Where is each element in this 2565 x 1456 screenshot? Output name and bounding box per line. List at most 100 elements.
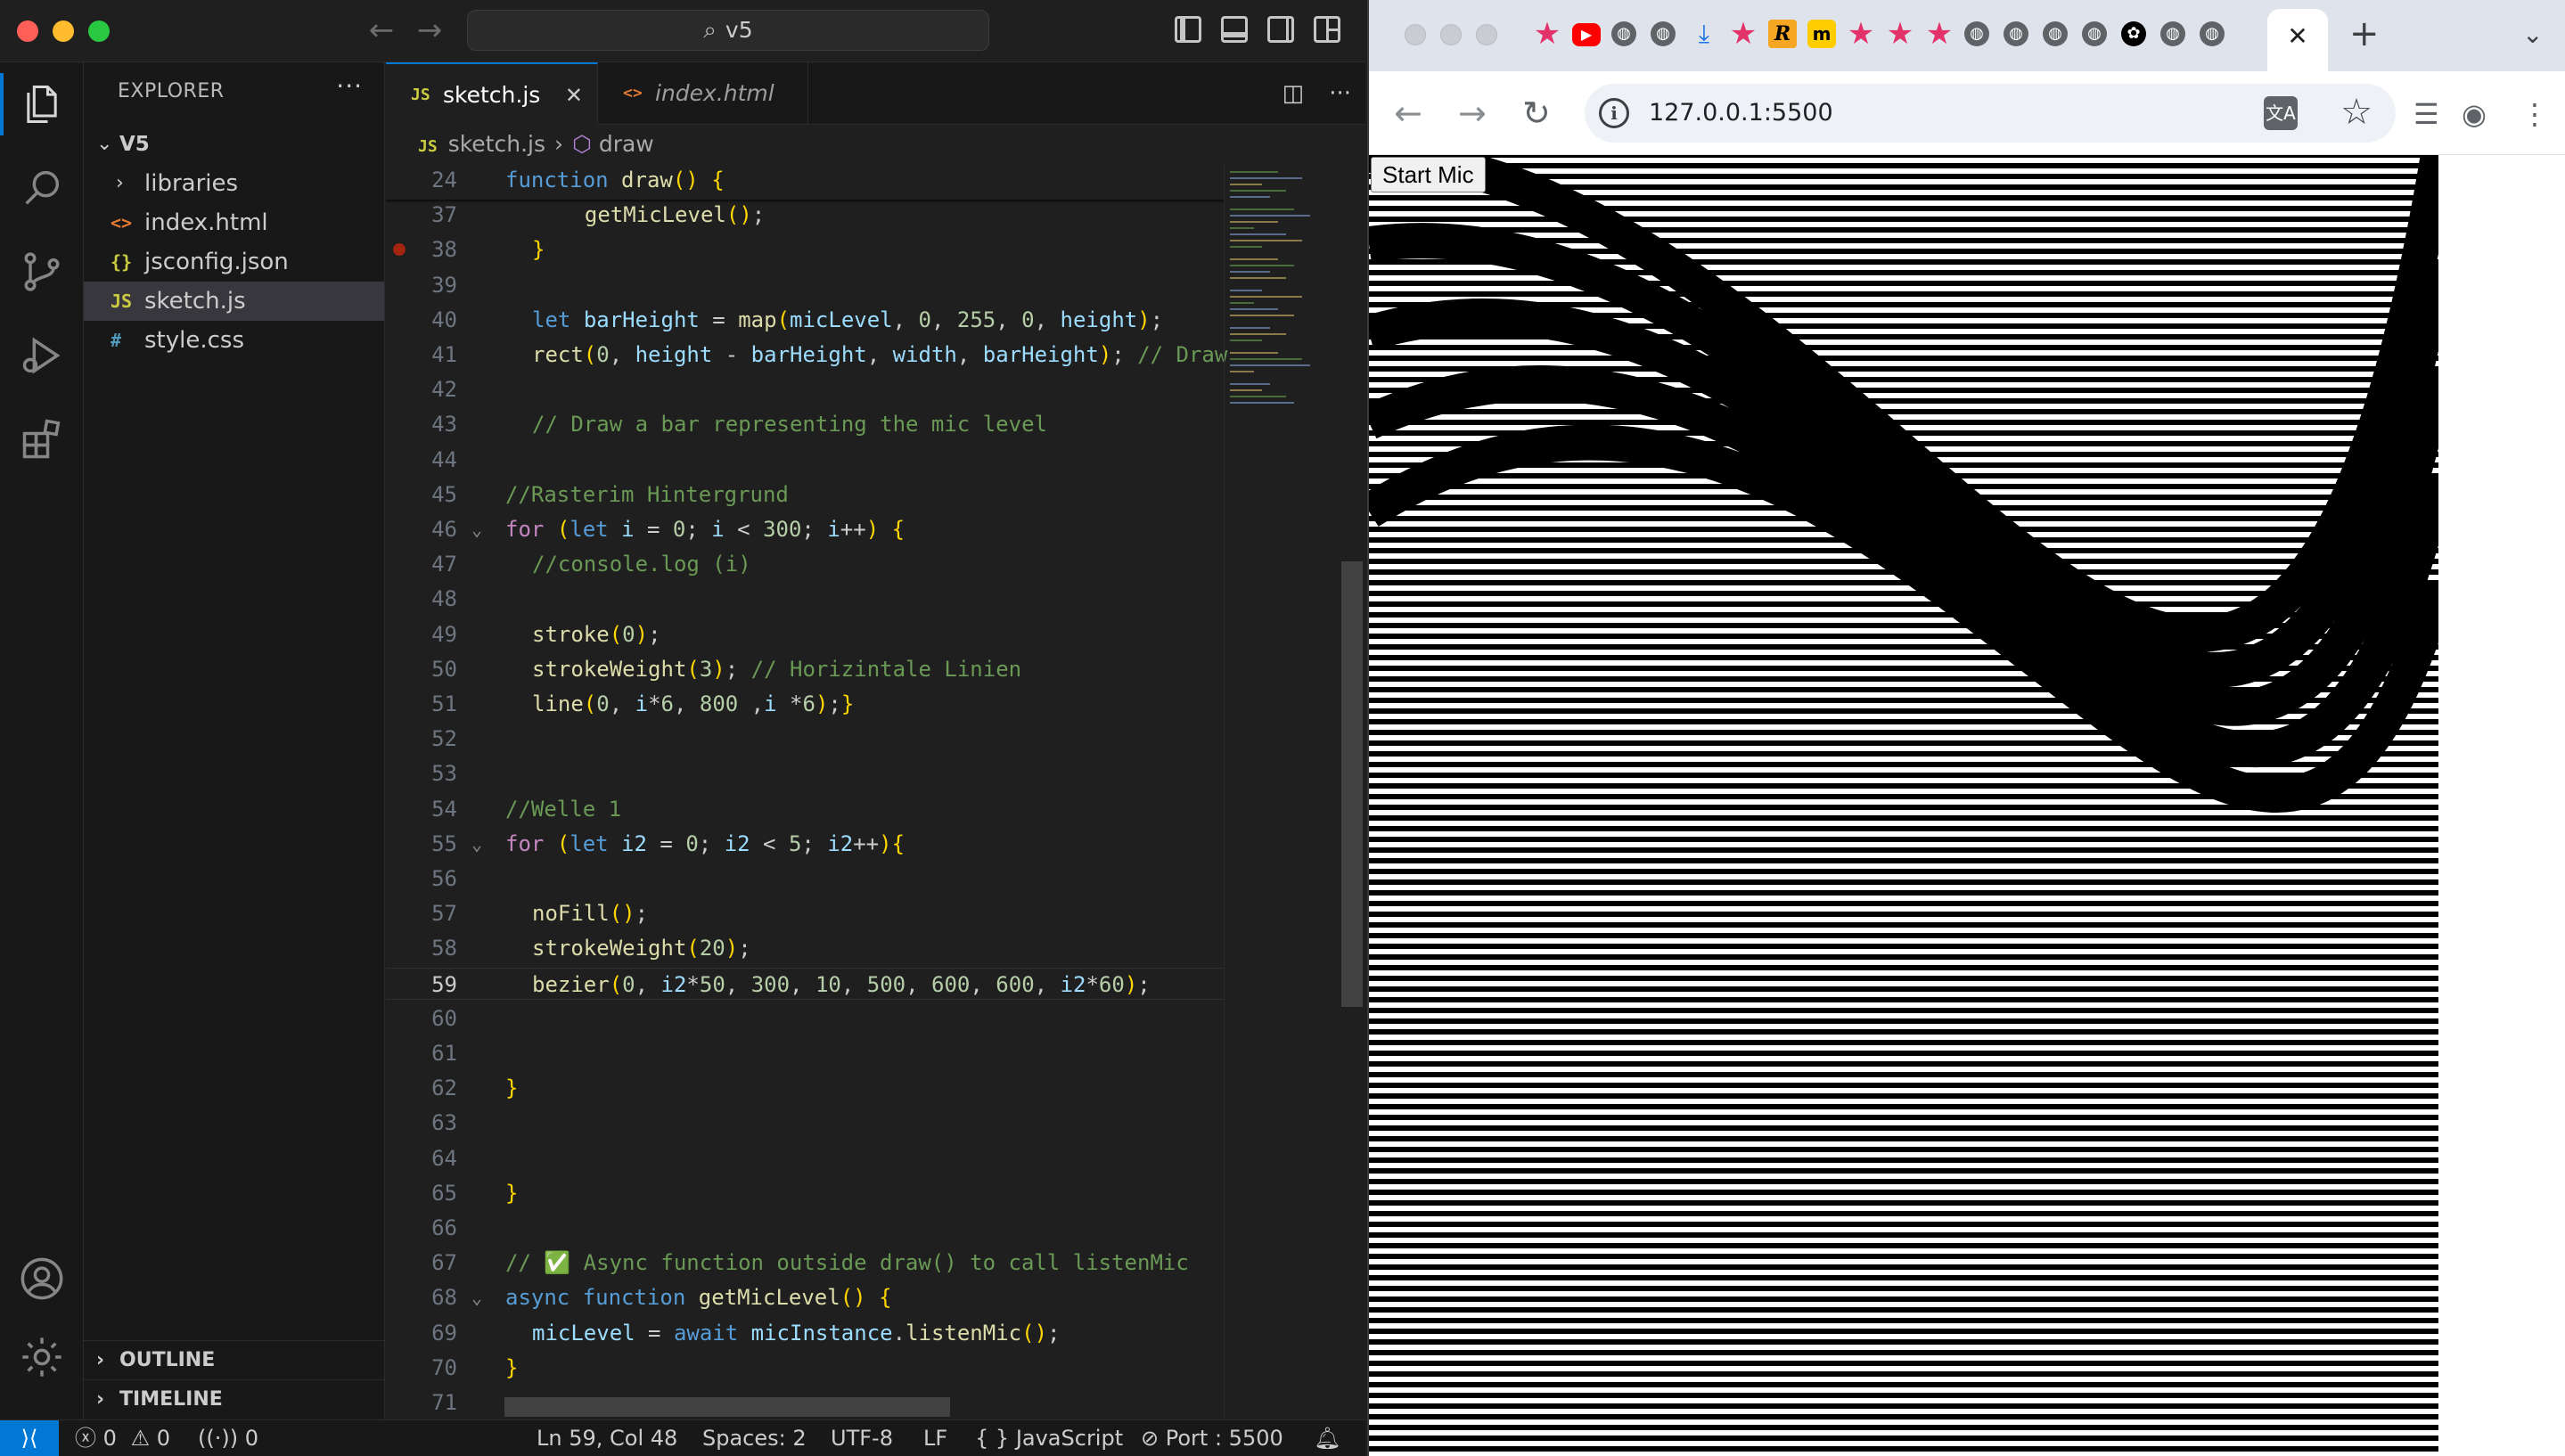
code-line[interactable]: 58 strokeWeight(20); [386, 932, 1224, 964]
globe-icon[interactable]: ◍ [2004, 21, 2028, 46]
explorer-icon[interactable] [0, 62, 84, 146]
fold-chevron-icon[interactable]: ⌄ [471, 828, 482, 860]
youtube-icon[interactable]: ▶ [1572, 23, 1601, 46]
tree-item-index-html[interactable]: <> index.html [84, 203, 384, 242]
p5-sketch-canvas[interactable] [1369, 155, 2438, 1456]
code-line[interactable]: 44 [386, 444, 1224, 476]
go-forward-icon[interactable]: → [412, 12, 447, 48]
minimap[interactable] [1224, 164, 1340, 1420]
code-line[interactable]: 46 ⌄ for (let i = 0; i < 300; i++) { [386, 513, 1224, 545]
close-icon[interactable]: ✕ [565, 64, 583, 127]
cursor-position[interactable]: Ln 59, Col 48 [537, 1420, 677, 1456]
code-line[interactable]: 68 ⌄ async function getMicLevel() { [386, 1281, 1224, 1313]
command-center-search[interactable]: ⌕ v5 [467, 10, 989, 51]
reading-list-icon[interactable]: ☰ [2413, 96, 2439, 132]
tree-item-libraries[interactable]: › libraries [84, 164, 384, 203]
encoding-status[interactable]: UTF-8 [831, 1420, 893, 1456]
code-line[interactable]: 40 let barHeight = map(micLevel, 0, 255, … [386, 304, 1224, 336]
toggle-primary-sidebar-icon[interactable] [1175, 16, 1201, 43]
tab-sketch-js[interactable]: JS sketch.js ✕ [386, 62, 598, 125]
star-icon[interactable]: ★ [1925, 19, 1954, 49]
globe-icon[interactable]: ◍ [1651, 21, 1676, 46]
code-line[interactable]: 52 [386, 723, 1224, 755]
code-line[interactable]: 50 strokeWeight(3); // Horizintale Linien [386, 653, 1224, 685]
tree-item-style-css[interactable]: # style.css [84, 321, 384, 360]
site-info-icon[interactable]: i [1599, 98, 1629, 128]
scrollbar-thumb[interactable] [1341, 561, 1363, 1007]
code-line[interactable]: 59 bezier(0, i2*50, 300, 10, 500, 600, 60… [386, 967, 1224, 1000]
window-close-button[interactable] [1405, 24, 1426, 45]
tab-active[interactable]: ✕ [2267, 9, 2328, 71]
r-icon[interactable]: R [1768, 20, 1797, 48]
accounts-icon[interactable] [0, 1237, 84, 1321]
url-text[interactable]: 127.0.0.1:5500 [1649, 84, 1833, 143]
window-minimize-button[interactable] [53, 20, 74, 42]
code-line[interactable]: 57 noFill(); [386, 897, 1224, 929]
breadcrumb-symbol[interactable]: draw [599, 131, 654, 157]
run-debug-icon[interactable] [0, 314, 84, 397]
customize-layout-icon[interactable] [1314, 16, 1340, 43]
code-line[interactable]: 56 [386, 863, 1224, 895]
language-status[interactable]: { } JavaScript [975, 1420, 1123, 1456]
bookmark-star-icon[interactable]: ☆ [2340, 93, 2372, 132]
code-line[interactable]: 63 [386, 1107, 1224, 1139]
profile-icon[interactable]: ◉ [2462, 96, 2487, 132]
search-icon[interactable] [0, 146, 84, 230]
download-icon[interactable]: ⤓ [1690, 20, 1718, 48]
tree-item-sketch-js[interactable]: JS sketch.js [84, 282, 384, 321]
ports-status[interactable]: ((·)) 0 [198, 1420, 258, 1456]
globe-icon[interactable]: ◍ [1611, 21, 1636, 46]
problems-status[interactable]: ⓧ 0 ⚠ 0 [75, 1420, 170, 1456]
window-minimize-button[interactable] [1440, 24, 1462, 45]
code-line[interactable]: 43 // Draw a bar representing the mic lev… [386, 408, 1224, 440]
code-line[interactable]: 67 // ✅ Async function outside draw() to … [386, 1247, 1224, 1279]
code-line[interactable]: 41 rect(0, height - barHeight, width, bar… [386, 339, 1227, 371]
openai-icon[interactable]: ✿ [2121, 21, 2146, 46]
forward-icon[interactable]: → [1458, 93, 1487, 134]
code-line[interactable]: 64 [386, 1142, 1224, 1174]
globe-icon[interactable]: ◍ [2082, 21, 2107, 46]
code-line[interactable]: 62} [386, 1072, 1224, 1104]
code-line[interactable]: 65} [386, 1177, 1224, 1209]
code-line[interactable]: 70} [386, 1352, 1224, 1384]
code-line[interactable]: 69 micLevel = await micInstance.listenMic… [386, 1317, 1224, 1349]
manage-gear-icon[interactable] [0, 1315, 84, 1399]
indentation-status[interactable]: Spaces: 2 [702, 1420, 807, 1456]
new-tab-button[interactable]: + [2349, 16, 2380, 52]
tab-index-html[interactable]: <> index.html [598, 62, 808, 125]
more-actions-icon[interactable]: ··· [1329, 80, 1351, 107]
code-line[interactable]: 61 [386, 1037, 1224, 1069]
code-line[interactable]: 55 ⌄ for (let i2 = 0; i2 < 5; i2++){ [386, 828, 1224, 860]
code-line[interactable]: 24 function draw() { [386, 164, 1224, 196]
window-maximize-button[interactable] [1476, 24, 1497, 45]
notifications-bell-icon[interactable]: 🔔︎ [1314, 1420, 1340, 1456]
star-icon[interactable]: ★ [1847, 19, 1875, 49]
code-line[interactable]: 47 //console.log (i) [386, 548, 1224, 580]
code-line[interactable]: 42 [386, 373, 1224, 405]
code-line[interactable]: 51 line(0, i*6, 800 ,i *6);} [386, 688, 1224, 720]
globe-icon[interactable]: ◍ [2043, 21, 2068, 46]
star-icon[interactable]: ★ [1533, 19, 1561, 49]
code-line[interactable]: 66 [386, 1212, 1224, 1244]
code-line[interactable]: 39 [386, 269, 1224, 301]
back-icon[interactable]: ← [1394, 93, 1422, 134]
window-maximize-button[interactable] [88, 20, 110, 42]
code-line[interactable]: 45 //Rasterim Hintergrund [386, 479, 1224, 511]
go-back-icon[interactable]: ← [364, 12, 399, 48]
horizontal-scrollbar[interactable] [504, 1397, 950, 1417]
star-icon[interactable]: ★ [1729, 19, 1758, 49]
reload-icon[interactable]: ↻ [1522, 93, 1551, 134]
fold-chevron-icon[interactable]: ⌄ [471, 513, 482, 545]
code-line[interactable]: 49 stroke(0); [386, 618, 1224, 650]
tree-item-jsconfig[interactable]: {} jsconfig.json [84, 242, 384, 282]
source-control-icon[interactable] [0, 230, 84, 314]
code-editor[interactable]: 24 function draw() {37 getMicLevel(); 38} 3… [386, 164, 1227, 1450]
globe-icon[interactable]: ◍ [2160, 21, 2185, 46]
live-server-status[interactable]: ⊘ Port : 5500 [1141, 1420, 1283, 1456]
workspace-folder[interactable]: ⌄ V5 [84, 125, 384, 164]
fold-chevron-icon[interactable]: ⌄ [471, 1281, 482, 1313]
code-line[interactable]: 60 [386, 1002, 1224, 1035]
more-actions-icon[interactable]: ··· [336, 71, 363, 101]
remote-icon[interactable]: ⟩⟨ [0, 1420, 59, 1456]
globe-icon[interactable]: ◍ [2200, 21, 2225, 46]
